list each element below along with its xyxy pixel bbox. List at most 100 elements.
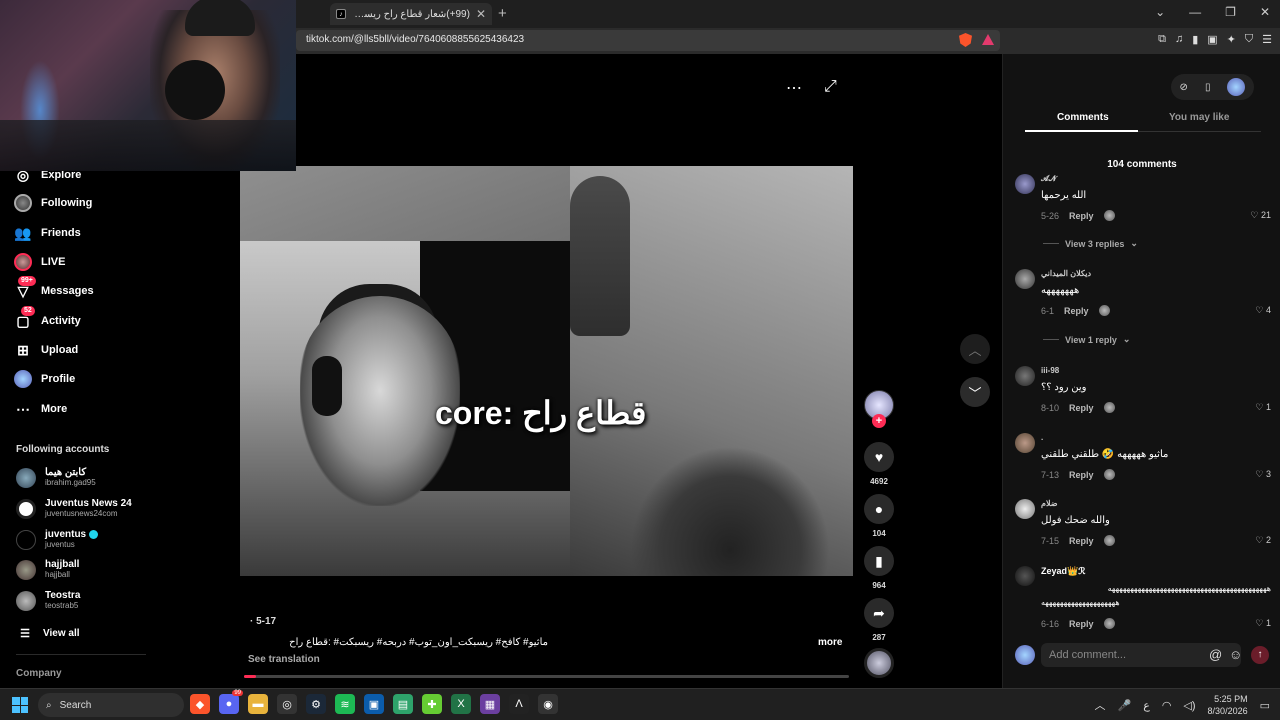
avatar[interactable]	[1015, 433, 1035, 453]
obs-app-icon[interactable]: ◉	[538, 694, 558, 714]
phone-icon[interactable]: ▯	[1205, 82, 1211, 93]
following-account[interactable]: Juventus News 24 juventusnews24com	[16, 498, 132, 519]
reply-button[interactable]: Reply	[1069, 211, 1094, 221]
tab-list-icon[interactable]: ⌄	[1155, 5, 1165, 19]
view-all-following[interactable]: ☰ View all	[16, 624, 79, 642]
url-field[interactable]: tiktok.com/@lls5bll/video/76406088556254…	[296, 30, 1000, 51]
following-account[interactable]: كابتن هيما ibrahim.gad95	[16, 467, 96, 488]
video-progress-bar[interactable]	[244, 675, 849, 678]
description-more-link[interactable]: more	[818, 637, 842, 648]
brave-shields-icon[interactable]	[959, 33, 972, 47]
comment-like-button[interactable]: ♡ 21	[1250, 210, 1271, 221]
like-action[interactable]: ♥ 4692	[864, 442, 894, 486]
tab-you-may-like[interactable]: You may like	[1169, 112, 1229, 123]
next-video-button[interactable]: ﹀	[960, 377, 990, 407]
notepad-app-icon[interactable]: ▤	[393, 694, 413, 714]
video-player[interactable]: core: قطاع راح	[240, 166, 853, 576]
comment-like-button[interactable]: ♡ 4	[1255, 305, 1271, 316]
comment-like-button[interactable]: ♡ 2	[1255, 535, 1271, 546]
comment-action[interactable]: ● 104	[864, 494, 894, 538]
nav-activity[interactable]: ▢ 52 Activity	[14, 306, 81, 330]
extensions-icon[interactable]: ⧉	[1158, 33, 1166, 46]
following-account[interactable]: juventus juventus	[16, 529, 98, 550]
mention-icon[interactable]: @	[1209, 647, 1222, 662]
vpn-icon[interactable]: ⛉	[1245, 33, 1253, 46]
nvidia-app-icon[interactable]: Λ	[509, 694, 529, 714]
save-action[interactable]: ▮ 964	[864, 546, 894, 590]
grid-app-icon[interactable]: ▦	[480, 694, 500, 714]
notifications-icon[interactable]: ▭	[1260, 699, 1270, 712]
post-comment-button[interactable]: ↑	[1251, 646, 1269, 664]
wallet-icon[interactable]: ▣	[1207, 33, 1217, 46]
menu-icon[interactable]: ☰	[1262, 33, 1272, 46]
reply-button[interactable]: Reply	[1069, 619, 1094, 629]
nav-following[interactable]: Following	[14, 194, 92, 212]
view-replies-button[interactable]: View 1 reply ⌄	[1043, 334, 1130, 345]
reply-button[interactable]: Reply	[1069, 536, 1094, 546]
taskbar-search[interactable]: ⌕ Search	[38, 693, 184, 717]
comment-username[interactable]: 𝓐𝓝	[1041, 174, 1056, 184]
nav-profile[interactable]: Profile	[14, 370, 75, 388]
comment-username[interactable]: iii-98	[1041, 366, 1059, 375]
comment-username[interactable]: Zeyad👑ℛ	[1041, 566, 1085, 577]
close-tab-icon[interactable]: ✕	[476, 7, 486, 21]
leo-ai-icon[interactable]: ✦	[1227, 33, 1236, 46]
comment-like-button[interactable]: ♡ 1	[1255, 402, 1271, 413]
sidebar-icon[interactable]: ▮	[1192, 33, 1198, 46]
following-account[interactable]: hajjball hajjball	[16, 559, 79, 580]
discord-app-icon[interactable]: ● 99	[219, 690, 243, 714]
windows-start-icon[interactable]	[12, 697, 28, 713]
nav-upload[interactable]: ⊞ Upload	[14, 341, 78, 359]
avatar[interactable]	[1015, 499, 1035, 519]
close-window-icon[interactable]: ✕	[1260, 5, 1270, 19]
nav-friends[interactable]: 👥 Friends	[14, 224, 80, 242]
see-translation-link[interactable]: See translation	[248, 654, 320, 665]
fullscreen-icon[interactable]: ⤢	[824, 78, 837, 98]
comment-like-button[interactable]: ♡ 3	[1255, 469, 1271, 480]
share-action[interactable]: ➦ 287	[864, 598, 894, 642]
comment-like-button[interactable]: ♡ 1	[1255, 618, 1271, 629]
following-account[interactable]: Teostra teostrab5	[16, 590, 80, 611]
wifi-icon[interactable]: ◠	[1162, 699, 1172, 712]
chevron-up-icon[interactable]: ︿	[1095, 697, 1106, 713]
view-replies-button[interactable]: View 3 replies ⌄	[1043, 238, 1138, 249]
compass-icon[interactable]: ⊘	[1180, 82, 1188, 93]
chrome-app-icon[interactable]: ◎	[277, 694, 297, 714]
comment-username[interactable]: ديكلان الميداني	[1041, 269, 1091, 278]
user-avatar[interactable]	[1227, 78, 1246, 96]
store-app-icon[interactable]: ▣	[364, 694, 384, 714]
nav-messages[interactable]: ▽ 99+ Messages	[14, 276, 94, 300]
spotify-app-icon[interactable]: ≋	[335, 694, 355, 714]
steam-app-icon[interactable]: ⚙	[306, 694, 326, 714]
music-disc-icon[interactable]	[864, 648, 894, 678]
reply-button[interactable]: Reply	[1069, 470, 1094, 480]
footer-company-link[interactable]: Company	[16, 668, 62, 679]
previous-video-button[interactable]: ︿	[960, 334, 990, 364]
new-tab-icon[interactable]: +	[498, 5, 507, 22]
follow-plus-icon[interactable]: +	[872, 414, 886, 428]
avatar[interactable]	[1015, 174, 1035, 194]
comment-username[interactable]: .	[1041, 433, 1043, 442]
reply-button[interactable]: Reply	[1064, 306, 1089, 316]
tab-comments[interactable]: Comments	[1057, 112, 1109, 123]
clock[interactable]: 5:25 PM 8/30/2026	[1208, 693, 1248, 717]
game-app-icon[interactable]: ✚	[422, 694, 442, 714]
language-indicator[interactable]: ع	[1143, 699, 1150, 712]
microphone-icon[interactable]: 🎤	[1118, 699, 1132, 712]
avatar[interactable]	[1015, 566, 1035, 586]
nav-live[interactable]: LIVE	[14, 253, 65, 271]
emoji-icon[interactable]: ☺	[1229, 647, 1242, 662]
brave-rewards-icon[interactable]	[982, 34, 994, 45]
brave-app-icon[interactable]: ◆	[190, 694, 210, 714]
avatar[interactable]	[1015, 366, 1035, 386]
avatar[interactable]	[1015, 269, 1035, 289]
excel-app-icon[interactable]: X	[451, 694, 471, 714]
nav-more[interactable]: ⋯ More	[14, 400, 67, 418]
browser-tab[interactable]: ♪ (99+)شعار قطاع راح ريسبكت — ع ✕	[330, 3, 492, 25]
minimize-icon[interactable]: —	[1189, 5, 1201, 19]
more-options-icon[interactable]: ⋯	[786, 78, 802, 98]
file-explorer-icon[interactable]: ▬	[248, 694, 268, 714]
comment-username[interactable]: ضلام	[1041, 499, 1058, 508]
reply-button[interactable]: Reply	[1069, 403, 1094, 413]
volume-icon[interactable]: ◁)	[1183, 699, 1195, 712]
